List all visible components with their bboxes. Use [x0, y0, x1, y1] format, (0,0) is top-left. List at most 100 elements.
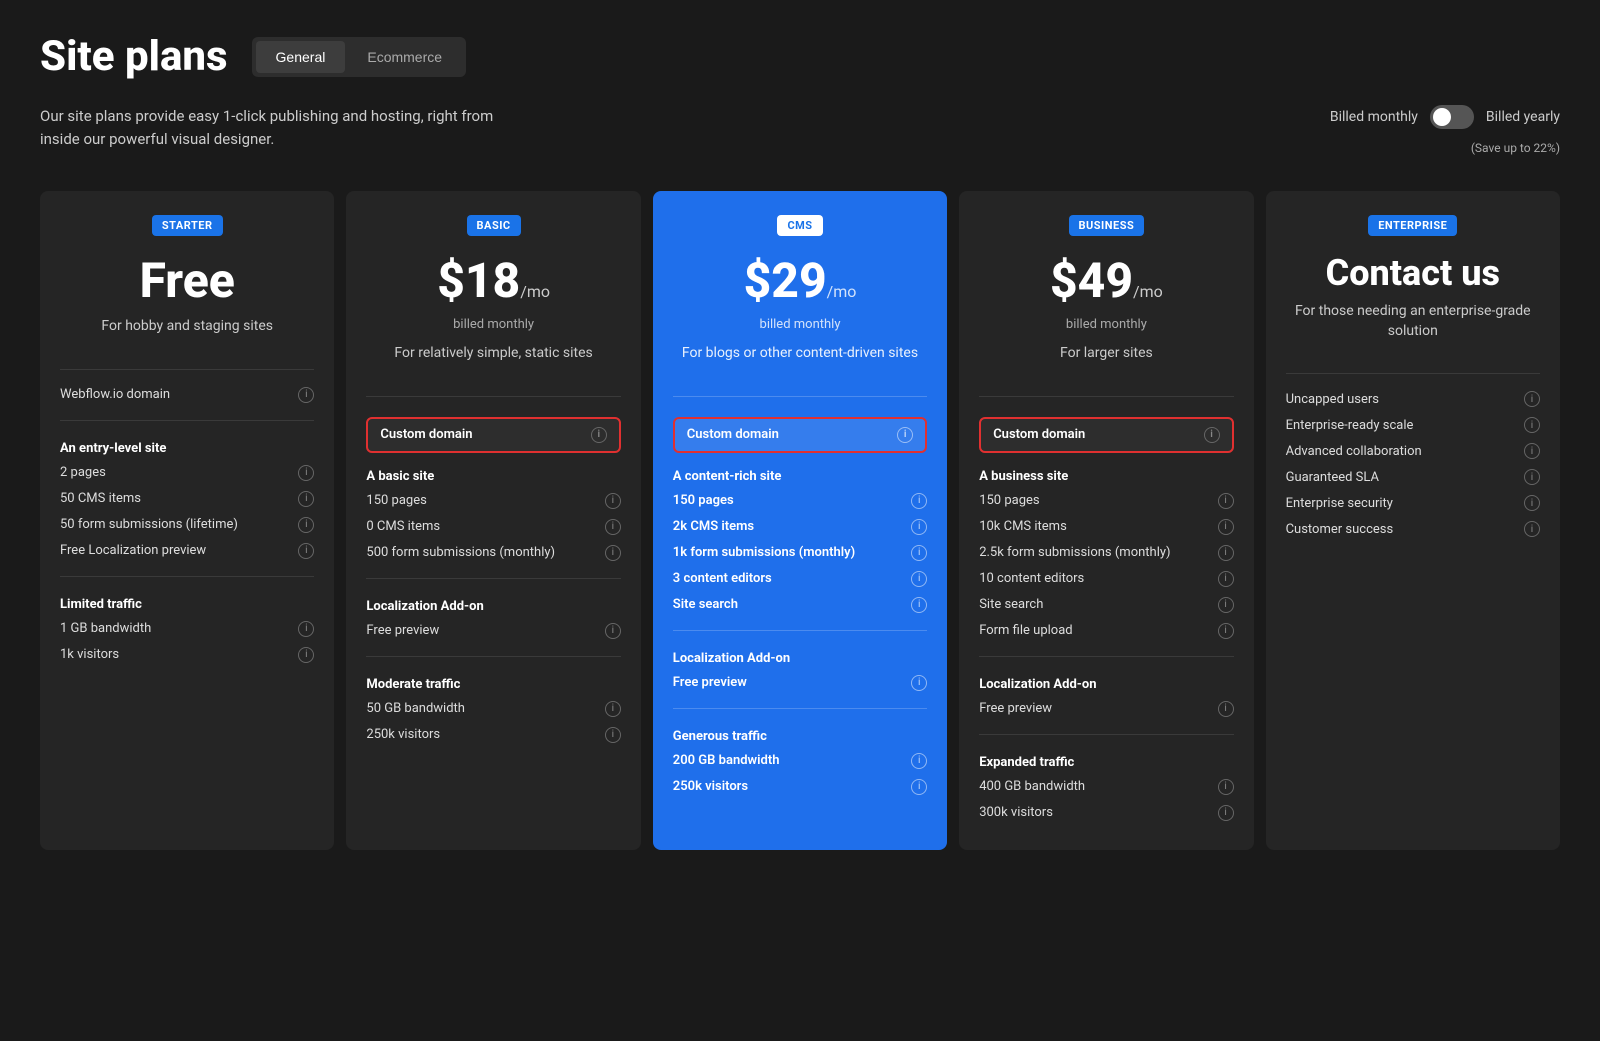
- enterprise-success-info[interactable]: i: [1524, 521, 1540, 537]
- starter-section1-label: An entry-level site: [60, 433, 314, 460]
- business-feature-localization: Free preview i: [979, 696, 1233, 722]
- enterprise-badge: ENTERPRISE: [1368, 215, 1457, 236]
- cms-visitors-info[interactable]: i: [911, 779, 927, 795]
- business-price-value: $49: [1050, 252, 1133, 309]
- business-feature-editors: 10 content editors i: [979, 566, 1233, 592]
- business-divider-1: [979, 396, 1233, 397]
- billing-save-text: (Save up to 22%): [1471, 141, 1560, 155]
- business-pages-info[interactable]: i: [1218, 493, 1234, 509]
- business-billed: billed monthly: [979, 317, 1233, 332]
- starter-feature-pages: 2 pages i: [60, 460, 314, 486]
- business-localization-label: Free preview: [979, 701, 1217, 716]
- starter-cms-info[interactable]: i: [298, 491, 314, 507]
- cms-bandwidth-info[interactable]: i: [911, 753, 927, 769]
- business-custom-domain-info[interactable]: i: [1204, 427, 1220, 443]
- basic-divider-1: [366, 396, 620, 397]
- starter-localization-label: Free Localization preview: [60, 543, 298, 558]
- starter-divider-3: [60, 576, 314, 577]
- business-custom-domain-row: Custom domain i: [979, 417, 1233, 453]
- business-bandwidth-info[interactable]: i: [1218, 779, 1234, 795]
- billing-monthly-label: Billed monthly: [1330, 109, 1418, 125]
- starter-pages-info[interactable]: i: [298, 465, 314, 481]
- enterprise-feature-collab: Advanced collaboration i: [1286, 438, 1540, 464]
- business-forms-info[interactable]: i: [1218, 545, 1234, 561]
- basic-visitors-info[interactable]: i: [605, 727, 621, 743]
- business-fileupload-info[interactable]: i: [1218, 623, 1234, 639]
- business-section3-label: Expanded traffic: [979, 747, 1233, 774]
- business-feature-fileupload: Form file upload i: [979, 618, 1233, 644]
- basic-localization-info[interactable]: i: [605, 623, 621, 639]
- cms-visitors-label: 250k visitors: [673, 779, 911, 794]
- enterprise-price: Contact us: [1286, 252, 1540, 294]
- starter-webflow-domain-label: Webflow.io domain: [60, 387, 298, 402]
- starter-webflow-domain-row: Webflow.io domain i: [60, 382, 314, 408]
- cms-pages-info[interactable]: i: [911, 493, 927, 509]
- business-editors-info[interactable]: i: [1218, 571, 1234, 587]
- cms-feature-editors: 3 content editors i: [673, 566, 927, 592]
- starter-visitors-info[interactable]: i: [298, 647, 314, 663]
- business-fileupload-label: Form file upload: [979, 623, 1217, 638]
- enterprise-scale-info[interactable]: i: [1524, 417, 1540, 433]
- cms-feature-cms: 2k CMS items i: [673, 514, 927, 540]
- cms-billed: billed monthly: [673, 317, 927, 332]
- starter-pages-label: 2 pages: [60, 465, 298, 480]
- basic-feature-bandwidth: 50 GB bandwidth i: [366, 696, 620, 722]
- starter-visitors-label: 1k visitors: [60, 647, 298, 662]
- enterprise-collab-label: Advanced collaboration: [1286, 444, 1524, 459]
- starter-webflow-domain-info[interactable]: i: [298, 387, 314, 403]
- enterprise-collab-info[interactable]: i: [1524, 443, 1540, 459]
- basic-section1-label: A basic site: [366, 461, 620, 488]
- starter-bandwidth-label: 1 GB bandwidth: [60, 621, 298, 636]
- basic-pages-info[interactable]: i: [605, 493, 621, 509]
- starter-forms-info[interactable]: i: [298, 517, 314, 533]
- cms-feature-localization: Free preview i: [673, 670, 927, 696]
- cms-editors-label: 3 content editors: [673, 571, 911, 586]
- plans-grid: STARTER Free For hobby and staging sites…: [40, 191, 1560, 850]
- starter-localization-info[interactable]: i: [298, 543, 314, 559]
- tab-ecommerce[interactable]: Ecommerce: [347, 41, 462, 73]
- business-custom-domain-label: Custom domain: [993, 427, 1085, 442]
- plan-type-tabs: General Ecommerce: [252, 37, 467, 77]
- starter-bandwidth-info[interactable]: i: [298, 621, 314, 637]
- basic-divider-2: [366, 578, 620, 579]
- enterprise-sla-info[interactable]: i: [1524, 469, 1540, 485]
- enterprise-feature-success: Customer success i: [1286, 516, 1540, 542]
- enterprise-feature-sla: Guaranteed SLA i: [1286, 464, 1540, 490]
- business-search-info[interactable]: i: [1218, 597, 1234, 613]
- basic-bandwidth-label: 50 GB bandwidth: [366, 701, 604, 716]
- cms-custom-domain-info[interactable]: i: [897, 427, 913, 443]
- business-feature-cms: 10k CMS items i: [979, 514, 1233, 540]
- basic-price-unit: /mo: [520, 282, 550, 301]
- cms-custom-domain-label: Custom domain: [687, 427, 779, 442]
- business-divider-2: [979, 656, 1233, 657]
- basic-bandwidth-info[interactable]: i: [605, 701, 621, 717]
- starter-feature-localization: Free Localization preview i: [60, 538, 314, 564]
- basic-feature-visitors: 250k visitors i: [366, 722, 620, 748]
- enterprise-users-info[interactable]: i: [1524, 391, 1540, 407]
- business-feature-bandwidth: 400 GB bandwidth i: [979, 774, 1233, 800]
- basic-cms-info[interactable]: i: [605, 519, 621, 535]
- cms-cms-info[interactable]: i: [911, 519, 927, 535]
- business-localization-info[interactable]: i: [1218, 701, 1234, 717]
- cms-feature-forms: 1k form submissions (monthly) i: [673, 540, 927, 566]
- business-feature-forms: 2.5k form submissions (monthly) i: [979, 540, 1233, 566]
- cms-forms-info[interactable]: i: [911, 545, 927, 561]
- enterprise-security-info[interactable]: i: [1524, 495, 1540, 511]
- starter-feature-bandwidth: 1 GB bandwidth i: [60, 616, 314, 642]
- business-price: $49/mo: [979, 252, 1233, 309]
- basic-custom-domain-info[interactable]: i: [591, 427, 607, 443]
- cms-localization-info[interactable]: i: [911, 675, 927, 691]
- tab-general[interactable]: General: [256, 41, 346, 73]
- business-cms-info[interactable]: i: [1218, 519, 1234, 535]
- enterprise-security-label: Enterprise security: [1286, 496, 1524, 511]
- cms-editors-info[interactable]: i: [911, 571, 927, 587]
- billing-toggle[interactable]: [1430, 105, 1474, 129]
- basic-badge: BASIC: [467, 215, 521, 236]
- basic-forms-info[interactable]: i: [605, 545, 621, 561]
- business-visitors-info[interactable]: i: [1218, 805, 1234, 821]
- plan-enterprise: ENTERPRISE Contact us For those needing …: [1266, 191, 1560, 850]
- business-feature-pages: 150 pages i: [979, 488, 1233, 514]
- cms-search-info[interactable]: i: [911, 597, 927, 613]
- enterprise-desc: For those needing an enterprise-grade so…: [1286, 302, 1540, 341]
- billing-toggle-container: Billed monthly Billed yearly (Save up to…: [1330, 105, 1560, 155]
